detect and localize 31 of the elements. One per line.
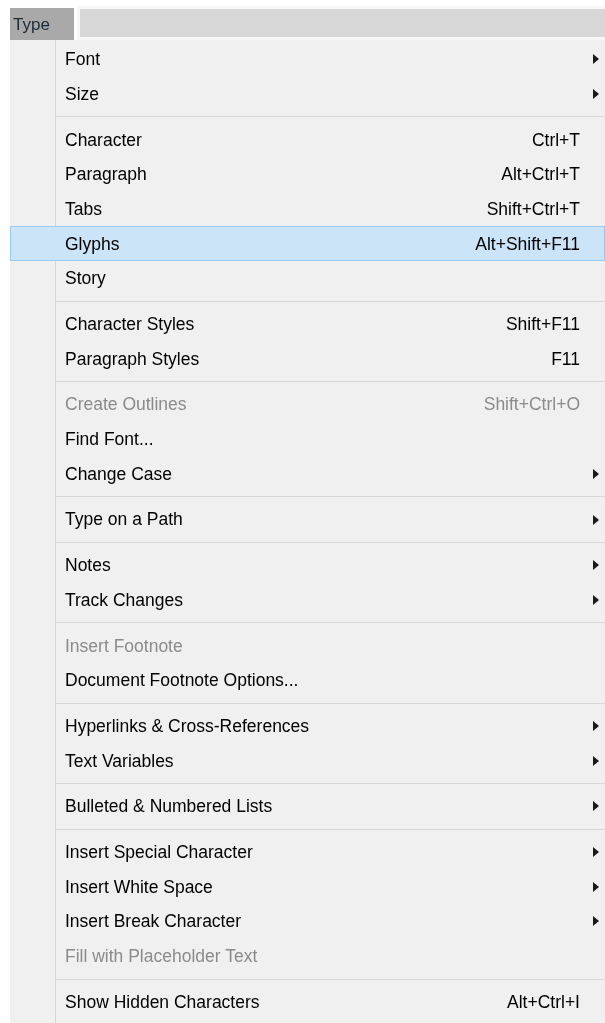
menu-item[interactable]: Paragraph Styles F11	[10, 341, 605, 377]
menu-item[interactable]: Document Footnote Options...	[10, 663, 605, 698]
shortcut-label: Alt+Ctrl+I	[507, 990, 580, 1014]
menu-title[interactable]: Type	[10, 8, 74, 40]
shortcut-label: Shift+Ctrl+T	[486, 197, 580, 221]
menu-item[interactable]: Notes	[10, 547, 605, 583]
menu-item[interactable]: Glyphs Alt+Shift+F11	[10, 226, 605, 262]
shortcut-label: Alt+Shift+F11	[475, 232, 580, 256]
menu-item[interactable]: Find Font...	[10, 421, 605, 457]
menu-item[interactable]: Font	[10, 42, 605, 77]
menu-item[interactable]: Bulleted & Numbered Lists	[10, 789, 605, 824]
menu-item[interactable]: Show Hidden Characters Alt+Ctrl+I	[10, 984, 605, 1020]
menu-item[interactable]: Change Case	[10, 456, 605, 492]
shortcut-label: Alt+Ctrl+T	[501, 163, 580, 187]
menu-item[interactable]: Text Variables	[10, 743, 605, 779]
shortcut-label: Shift+F11	[505, 313, 580, 337]
menu-item[interactable]: Insert Break Character	[10, 904, 605, 939]
menu-item[interactable]: Story	[10, 261, 605, 296]
shortcut-label: F11	[551, 347, 580, 371]
menu-item[interactable]: Tabs Shift+Ctrl+T	[10, 191, 605, 227]
menu-item[interactable]: Paragraph Alt+Ctrl+T	[10, 157, 605, 192]
menu-item[interactable]: Type on a Path	[10, 502, 605, 537]
menu-item[interactable]: Character Styles Shift+F11	[10, 306, 605, 342]
menu-item[interactable]: Insert White Space	[10, 869, 605, 905]
menu-item[interactable]: Insert Special Character	[10, 834, 605, 870]
menu-item[interactable]: Character Ctrl+T	[10, 122, 605, 158]
shortcut-label: Ctrl+T	[531, 128, 580, 152]
menu-item[interactable]: Hyperlinks & Cross-References	[10, 708, 605, 744]
menu-item[interactable]: Size	[10, 76, 605, 112]
shortcut-label: Shift+Ctrl+O	[483, 393, 580, 417]
menu-item[interactable]: Track Changes	[10, 582, 605, 618]
